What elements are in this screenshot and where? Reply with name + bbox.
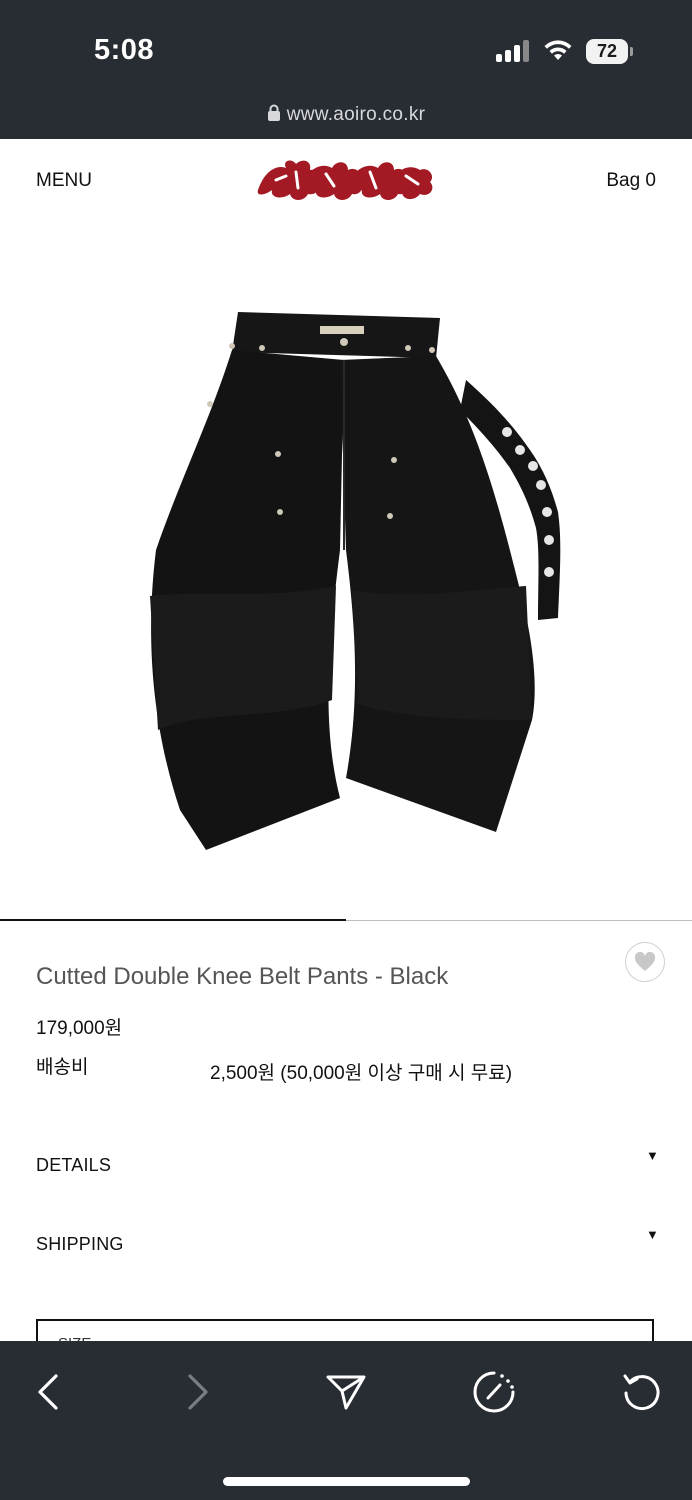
details-accordion[interactable]: DETAILS [36,1155,111,1176]
forward-icon [188,1374,208,1410]
wifi-icon [544,40,572,60]
shipping-caret-icon[interactable]: ▼ [646,1227,659,1242]
url-text: www.aoiro.co.kr [286,104,426,125]
speed-dial-icon [473,1371,515,1413]
url-bar[interactable]: www.aoiro.co.kr [0,104,692,126]
lock-icon [267,104,280,121]
browser-top-bar: 5:08 72 www.aoiro.co.kr [0,0,692,139]
reload-button[interactable] [617,1367,667,1417]
home-indicator [223,1477,470,1486]
heart-icon [634,952,656,971]
details-caret-icon[interactable]: ▼ [646,1148,659,1163]
shipping-accordion[interactable]: SHIPPING [36,1234,124,1255]
share-button[interactable] [321,1367,371,1417]
product-image-pants[interactable] [140,300,570,860]
product-title: Cutted Double Knee Belt Pants - Black [36,963,449,990]
shipping-fee-label: 배송비 [36,1057,89,1078]
share-icon [326,1375,366,1410]
bag-button[interactable]: Bag 0 [606,170,656,192]
speed-dial-button[interactable] [469,1367,519,1417]
wishlist-button[interactable] [625,942,665,982]
status-time: 5:08 [94,34,155,66]
shipping-fee-value: 2,500원 (50,000원 이상 구매 시 무료) [210,1063,513,1084]
menu-button[interactable]: MENU [36,170,92,192]
battery-level: 72 [586,39,628,64]
reload-icon [623,1374,660,1411]
aoiro-logo[interactable] [256,150,436,206]
battery-tip [630,47,633,56]
back-button[interactable] [23,1367,73,1417]
back-icon [38,1374,58,1410]
image-slider-progress [0,919,346,921]
forward-button[interactable] [173,1367,223,1417]
cellular-signal-icon [496,40,532,62]
product-price: 179,000원 [36,1018,123,1039]
